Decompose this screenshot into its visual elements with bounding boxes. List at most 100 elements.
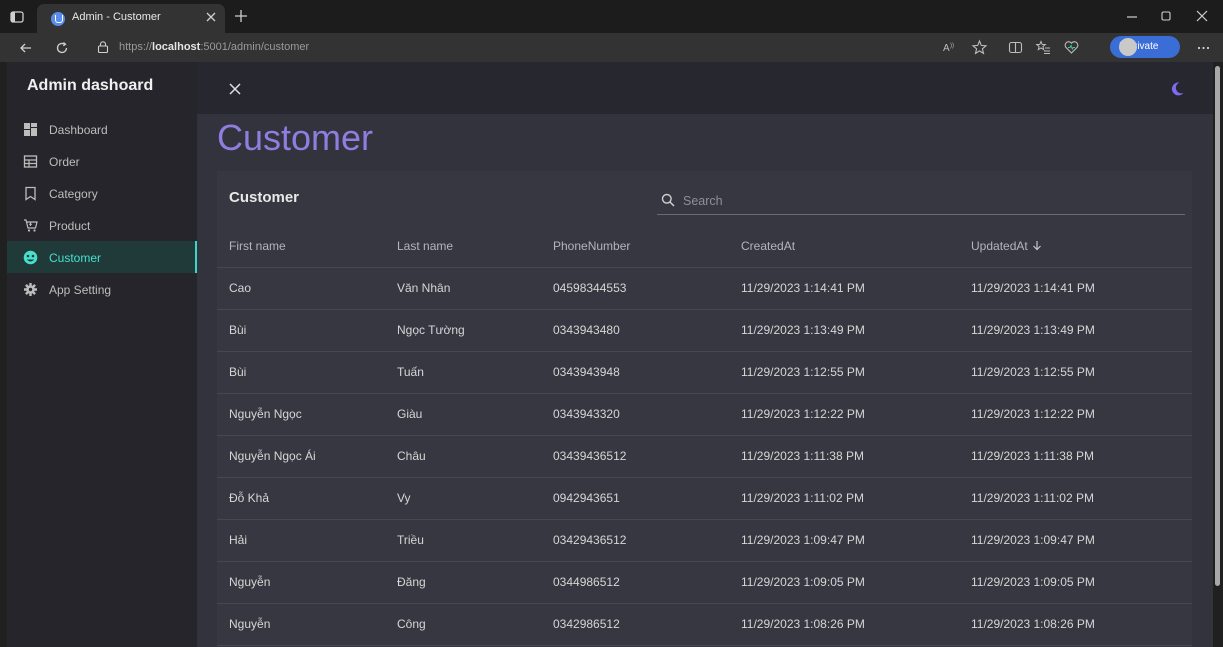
customer-icon (23, 250, 38, 265)
cell-created-at: 11/29/2023 1:12:55 PM (729, 351, 959, 394)
cell-first-name: Nguyễn (217, 603, 385, 646)
table-row[interactable]: Bùi Ngọc Tường 0343943480 11/29/2023 1:1… (217, 309, 1192, 352)
table-row[interactable]: Nguyễn Đăng 0344986512 11/29/2023 1:09:0… (217, 561, 1192, 604)
table-row[interactable]: Hải Triều 03429436512 11/29/2023 1:09:47… (217, 519, 1192, 562)
refresh-icon[interactable] (53, 39, 71, 57)
column-header-phone-number[interactable]: PhoneNumber (541, 225, 729, 268)
svg-text:A: A (943, 43, 950, 54)
cell-updated-at: 11/29/2023 1:11:38 PM (959, 435, 1192, 478)
sidebar-nav: Dashboard Order Category Product Custome… (7, 113, 197, 305)
sidebar-item-customer[interactable]: Customer (7, 241, 197, 273)
column-header-last-name[interactable]: Last name (385, 225, 541, 268)
sidebar-item-product[interactable]: Product (7, 209, 197, 241)
main-content: Customer Customer First name Last name P… (197, 114, 1213, 647)
cart-icon (23, 218, 38, 233)
close-drawer-icon[interactable] (227, 81, 243, 97)
cell-created-at: 11/29/2023 1:08:26 PM (729, 603, 959, 646)
cell-updated-at: 11/29/2023 1:12:22 PM (959, 393, 1192, 436)
cell-first-name: Cao (217, 267, 385, 310)
column-header-label: UpdatedAt (971, 238, 1028, 253)
address-bar[interactable]: https://localhost:5001/admin/customer (90, 37, 910, 58)
table-row[interactable]: Bùi Tuấn 0343943948 11/29/2023 1:12:55 P… (217, 351, 1192, 394)
cell-created-at: 11/29/2023 1:09:47 PM (729, 519, 959, 562)
profile-avatar (1119, 38, 1137, 56)
app-bar (197, 62, 1213, 114)
cell-last-name: Công (385, 603, 541, 646)
search-input[interactable] (683, 191, 1163, 211)
column-header-first-name[interactable]: First name (217, 225, 385, 268)
svg-text:)): )) (950, 43, 954, 49)
cell-first-name: Nguyễn Ngọc Ái (217, 435, 385, 478)
table-row[interactable]: Nguyễn Công 0342986512 11/29/2023 1:08:2… (217, 603, 1192, 646)
cell-phone-number: 03429436512 (541, 519, 729, 562)
cell-first-name: Nguyễn (217, 561, 385, 604)
sidebar-item-order[interactable]: Order (7, 145, 197, 177)
site-favicon-icon (51, 12, 65, 26)
url-text[interactable]: https://localhost:5001/admin/customer (119, 41, 309, 53)
cell-updated-at: 11/29/2023 1:14:41 PM (959, 267, 1192, 310)
table-row[interactable]: Đỗ Khả Vy 0942943651 11/29/2023 1:11:02 … (217, 477, 1192, 520)
cell-phone-number: 0342986512 (541, 603, 729, 646)
sidebar: Admin dashoard Dashboard Order Category … (7, 62, 197, 647)
cell-phone-number: 0343943320 (541, 393, 729, 436)
customer-table-card: Customer First name Last name PhoneNumbe… (217, 171, 1192, 647)
column-header-updated-at[interactable]: UpdatedAt (959, 225, 1192, 268)
window-close-icon[interactable] (1191, 6, 1213, 26)
read-aloud-icon[interactable]: A)) (941, 39, 958, 56)
cell-updated-at: 11/29/2023 1:13:49 PM (959, 309, 1192, 352)
restore-icon[interactable] (1155, 6, 1177, 26)
split-screen-icon[interactable] (1007, 39, 1024, 56)
table-row[interactable]: Nguyễn Ngọc Ái Châu 03439436512 11/29/20… (217, 435, 1192, 478)
minimize-icon[interactable] (1121, 6, 1143, 26)
cell-last-name: Đăng (385, 561, 541, 604)
cell-updated-at: 11/29/2023 1:09:47 PM (959, 519, 1192, 562)
cell-phone-number: 0343943480 (541, 309, 729, 352)
column-header-created-at[interactable]: CreatedAt (729, 225, 959, 268)
browser-tab[interactable]: Admin - Customer (37, 4, 225, 33)
table-body: Cao Văn Nhân 04598344553 11/29/2023 1:14… (217, 267, 1192, 646)
dark-mode-moon-icon[interactable] (1169, 81, 1185, 97)
sort-descending-arrow-icon[interactable] (1032, 240, 1042, 251)
page-title: Customer (217, 117, 374, 158)
more-menu-icon[interactable] (1195, 39, 1212, 56)
new-tab-icon[interactable] (232, 7, 250, 25)
sidebar-item-app-setting[interactable]: App Setting (7, 273, 197, 305)
cell-phone-number: 04598344553 (541, 267, 729, 310)
cell-phone-number: 0344986512 (541, 561, 729, 604)
sidebar-item-label: Product (49, 219, 91, 233)
cell-last-name: Châu (385, 435, 541, 478)
column-header-label: Last name (397, 238, 454, 253)
tab-close-icon[interactable] (203, 9, 219, 25)
table-row[interactable]: Nguyễn Ngọc Giàu 0343943320 11/29/2023 1… (217, 393, 1192, 436)
inprivate-badge[interactable]: InPrivate (1110, 36, 1180, 58)
favorites-list-icon[interactable] (1035, 39, 1052, 56)
sidebar-item-label: Customer (49, 251, 102, 265)
tab-actions-icon[interactable] (8, 8, 26, 26)
cell-last-name: Vy (385, 477, 541, 520)
cell-phone-number: 03439436512 (541, 435, 729, 478)
cell-last-name: Ngọc Tường (385, 309, 541, 352)
column-header-label: CreatedAt (741, 238, 796, 253)
column-header-label: PhoneNumber (553, 238, 631, 253)
cell-updated-at: 11/29/2023 1:11:02 PM (959, 477, 1192, 520)
sidebar-item-category[interactable]: Category (7, 177, 197, 209)
table-row[interactable]: Cao Văn Nhân 04598344553 11/29/2023 1:14… (217, 267, 1192, 310)
favorite-star-icon[interactable] (971, 39, 988, 56)
cell-first-name: Hải (217, 519, 385, 562)
browser-essentials-icon[interactable] (1063, 39, 1080, 56)
url-path: :5001/admin/customer (200, 41, 310, 53)
page-scrollbar[interactable] (1213, 62, 1223, 647)
sidebar-item-label: Category (49, 187, 98, 201)
cell-last-name: Tuấn (385, 351, 541, 394)
cell-phone-number: 0942943651 (541, 477, 729, 520)
dashboard-icon (23, 122, 38, 137)
lock-icon[interactable] (96, 40, 110, 54)
cell-created-at: 11/29/2023 1:11:02 PM (729, 477, 959, 520)
back-arrow-icon[interactable] (17, 39, 35, 57)
cell-phone-number: 0343943948 (541, 351, 729, 394)
sidebar-item-label: App Setting (49, 283, 112, 297)
sidebar-item-dashboard[interactable]: Dashboard (7, 113, 197, 145)
cell-last-name: Văn Nhân (385, 267, 541, 310)
brand-title: Admin dashoard (27, 77, 154, 94)
scrollbar-thumb[interactable] (1215, 66, 1220, 586)
